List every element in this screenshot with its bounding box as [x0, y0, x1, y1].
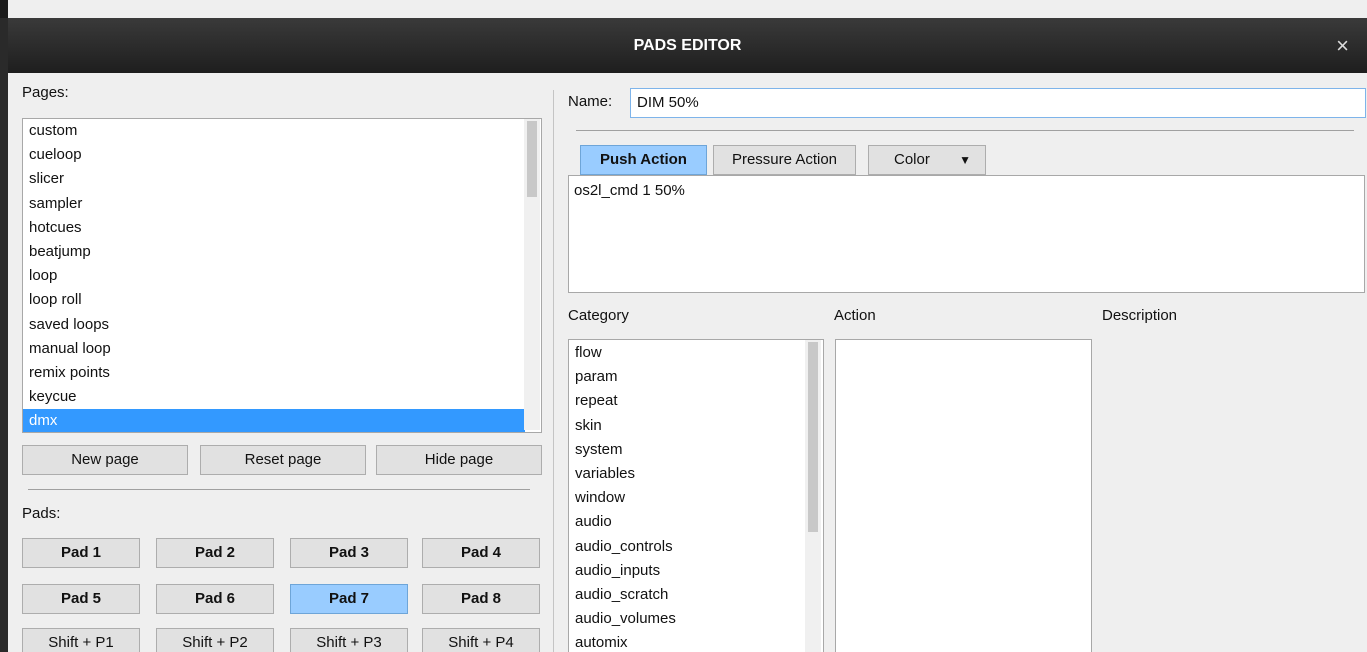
- category-item[interactable]: system: [569, 438, 823, 462]
- pads-label: Pads:: [22, 505, 61, 522]
- divider: [576, 130, 1354, 131]
- pad-button[interactable]: Pad 3: [290, 538, 408, 568]
- category-list[interactable]: flow param repeat skin system variables window…: [568, 339, 824, 652]
- category-item[interactable]: repeat: [569, 389, 823, 413]
- page-item[interactable]: dmx: [23, 409, 525, 432]
- page-item[interactable]: saved loops: [23, 313, 541, 337]
- pad-button[interactable]: Shift + P3: [290, 628, 408, 652]
- vertical-divider: [553, 90, 554, 652]
- title-bar: PADS EDITOR ×: [8, 18, 1367, 73]
- category-item[interactable]: audio_inputs: [569, 559, 823, 583]
- page-item[interactable]: keycue: [23, 385, 541, 409]
- pad-button[interactable]: Pad 6: [156, 584, 274, 614]
- reset-page-button[interactable]: Reset page: [200, 445, 366, 475]
- page-item[interactable]: sampler: [23, 192, 541, 216]
- action-list[interactable]: [835, 339, 1092, 652]
- action-script-editor[interactable]: os2l_cmd 1 50%: [568, 175, 1365, 293]
- page-item[interactable]: remix points: [23, 361, 541, 385]
- divider: [28, 489, 530, 490]
- new-page-button[interactable]: New page: [22, 445, 188, 475]
- category-item[interactable]: audio: [569, 510, 823, 534]
- category-scroll-thumb[interactable]: [808, 342, 818, 532]
- page-item[interactable]: cueloop: [23, 143, 541, 167]
- pad-button[interactable]: Shift + P4: [422, 628, 540, 652]
- action-label: Action: [834, 307, 876, 324]
- page-item[interactable]: loop roll: [23, 288, 541, 312]
- page-item[interactable]: loop: [23, 264, 541, 288]
- pages-scroll-thumb[interactable]: [527, 121, 537, 197]
- pad-button[interactable]: Shift + P1: [22, 628, 140, 652]
- pages-scrollbar[interactable]: [524, 119, 540, 430]
- pad-button[interactable]: Pad 2: [156, 538, 274, 568]
- category-item[interactable]: audio_scratch: [569, 583, 823, 607]
- tab-pressure-action[interactable]: Pressure Action: [713, 145, 856, 175]
- category-item[interactable]: param: [569, 365, 823, 389]
- name-label: Name:: [568, 93, 613, 110]
- pad-button[interactable]: Shift + P2: [156, 628, 274, 652]
- category-item[interactable]: variables: [569, 462, 823, 486]
- pages-list[interactable]: custom cueloop slicer sampler hotcues beatjum…: [22, 118, 542, 433]
- pad-button[interactable]: Pad 5: [22, 584, 140, 614]
- pad-button[interactable]: Pad 8: [422, 584, 540, 614]
- hide-page-button[interactable]: Hide page: [376, 445, 542, 475]
- page-item[interactable]: slicer: [23, 167, 541, 191]
- pad-button[interactable]: Pad 7: [290, 584, 408, 614]
- category-item[interactable]: automix: [569, 631, 823, 652]
- category-item[interactable]: audio_volumes: [569, 607, 823, 631]
- close-icon[interactable]: ×: [1336, 18, 1349, 73]
- category-item[interactable]: skin: [569, 414, 823, 438]
- page-item[interactable]: custom: [23, 119, 541, 143]
- pad-button[interactable]: Pad 1: [22, 538, 140, 568]
- pages-label: Pages:: [22, 84, 69, 101]
- category-item[interactable]: flow: [569, 341, 823, 365]
- description-label: Description: [1102, 307, 1178, 324]
- category-item[interactable]: window: [569, 486, 823, 510]
- category-label: Category: [568, 307, 629, 324]
- category-item[interactable]: audio_controls: [569, 535, 823, 559]
- window-title: PADS EDITOR: [633, 37, 742, 54]
- name-input[interactable]: DIM 50%: [630, 88, 1366, 118]
- pad-button[interactable]: Pad 4: [422, 538, 540, 568]
- tab-push-action[interactable]: Push Action: [580, 145, 707, 175]
- page-item[interactable]: beatjump: [23, 240, 541, 264]
- page-item[interactable]: hotcues: [23, 216, 541, 240]
- category-scrollbar[interactable]: [805, 340, 821, 652]
- chevron-down-icon: ▼: [959, 153, 971, 167]
- pads-editor-window: PADS EDITOR × Pages: custom cueloop slicer…: [8, 0, 1367, 652]
- color-dropdown[interactable]: Color ▼: [868, 145, 986, 175]
- page-item[interactable]: manual loop: [23, 337, 541, 361]
- color-label: Color: [894, 151, 930, 168]
